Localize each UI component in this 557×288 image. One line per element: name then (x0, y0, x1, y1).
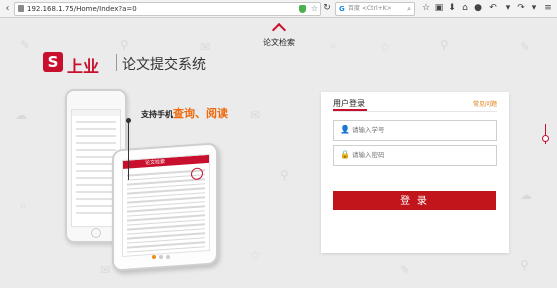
carousel-indicators (152, 244, 173, 263)
login-panel: 用户登录 常见问题 👤 🔒 登 录 (321, 92, 509, 253)
pattern-icon: ✉ (200, 40, 211, 54)
search-bar[interactable]: G 百度 <Ctrl+K> ⌕ (335, 2, 415, 16)
search-icon[interactable]: ⌕ (407, 3, 411, 15)
pattern-icon: ⌕ (20, 198, 27, 212)
pattern-icon: ☁ (520, 188, 532, 202)
dropdown-icon[interactable]: ▾ (528, 2, 540, 15)
back-icon[interactable]: ‹ (2, 3, 13, 14)
system-name: 论文提交系统 (122, 57, 206, 73)
home-icon[interactable]: ⌂ (459, 2, 471, 15)
url-text: 192.168.1.75/Home/Index?a=0 (27, 5, 137, 13)
pattern-icon: ⚲ (120, 38, 129, 52)
star-icon[interactable]: ☆ (420, 2, 432, 15)
chat-icon[interactable]: ● (472, 2, 484, 15)
pattern-icon: ✉ (250, 108, 261, 122)
lock-icon (18, 5, 24, 12)
password-field[interactable]: 🔒 (333, 145, 497, 166)
page-body: ✎ ⚲ ✉ ⌕ ☆ ⚲ ✎ ☁ ✉ ⚲ ☁ ⌕ ☆ ✎ ✉ ⚲ 论文检索 S 上… (0, 18, 557, 288)
faq-link[interactable]: 常见问题 (473, 99, 497, 108)
login-button[interactable]: 登 录 (333, 191, 496, 210)
pattern-icon: ⚲ (520, 258, 529, 272)
pattern-icon: ✎ (20, 38, 31, 52)
pattern-icon: ☁ (15, 108, 27, 122)
address-bar[interactable]: 192.168.1.75/Home/Index?a=0 ☆ (14, 2, 321, 16)
panel-divider (333, 111, 497, 112)
browser-toolbar: ‹ 192.168.1.75/Home/Index?a=0 ☆ ↻ G 百度 <… (0, 0, 557, 18)
menu-icon[interactable]: ≡ (542, 2, 554, 15)
student-id-input[interactable] (352, 124, 492, 136)
lock-icon: 🔒 (340, 150, 350, 159)
promo-prefix: 支持手机 (141, 110, 173, 119)
pattern-icon: ✎ (520, 40, 531, 54)
pattern-icon: ⌕ (330, 38, 337, 52)
student-id-field[interactable]: 👤 (333, 120, 497, 141)
callout-line (128, 120, 129, 180)
title-underline (333, 109, 367, 111)
chevron-up-icon (271, 22, 287, 38)
search-engine-icon: G (339, 5, 345, 13)
undo-icon[interactable]: ↶ (487, 2, 499, 15)
pattern-icon: ✉ (100, 263, 111, 277)
redo-icon[interactable]: ↷ (515, 2, 527, 15)
side-slider-knob[interactable] (542, 135, 549, 142)
pattern-icon: ⚲ (440, 38, 449, 52)
promo-text: 支持手机查询、阅读 (141, 105, 228, 121)
login-title: 用户登录 (333, 99, 365, 108)
user-icon: 👤 (340, 125, 350, 134)
logo-divider (116, 54, 117, 71)
shield-icon[interactable] (299, 5, 306, 13)
password-input[interactable] (352, 149, 492, 161)
reader-icon[interactable]: ☆ (311, 3, 318, 15)
promo-highlight: 查询、阅读 (173, 107, 228, 120)
dropdown-icon[interactable]: ▾ (502, 2, 514, 15)
clipboard-icon[interactable]: ▣ (433, 2, 445, 15)
paper-search-link[interactable]: 论文检索 (256, 22, 302, 48)
paper-search-label: 论文检索 (263, 38, 295, 47)
company-name: 上业 (67, 57, 100, 76)
carousel-dot[interactable] (159, 255, 163, 259)
pattern-icon: ☆ (380, 40, 391, 54)
refresh-icon[interactable]: ↻ (321, 2, 333, 15)
search-placeholder: 百度 <Ctrl+K> (348, 5, 392, 12)
logo-mark-icon: S (43, 52, 63, 72)
download-icon[interactable]: ⬇ (446, 2, 458, 15)
pattern-icon: ✎ (400, 263, 411, 277)
pattern-icon: ⚲ (280, 168, 289, 182)
carousel-dot[interactable] (152, 255, 156, 259)
pattern-icon: ☆ (250, 248, 261, 262)
carousel-dot[interactable] (166, 255, 170, 259)
